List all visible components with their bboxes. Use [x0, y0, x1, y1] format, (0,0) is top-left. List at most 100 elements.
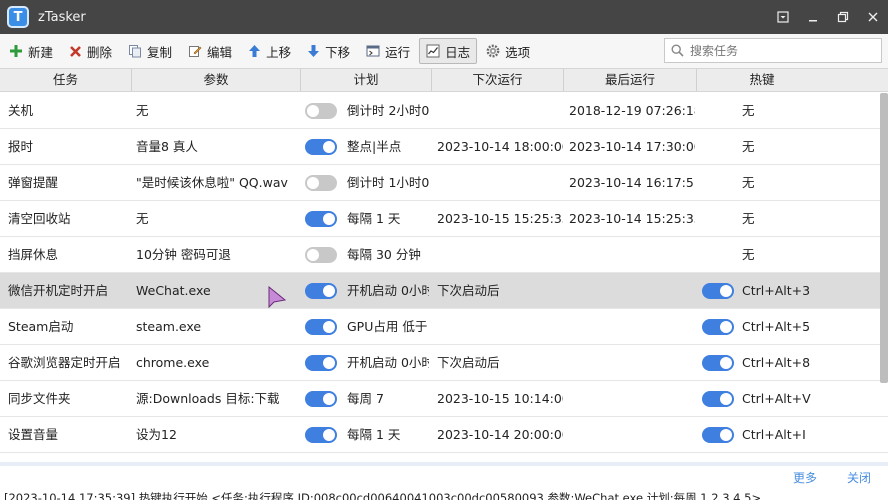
delete-label: 删除: [87, 44, 113, 60]
task-row[interactable]: 挡屏休息 10分钟 密码可退 每隔 30 分钟 无: [0, 237, 888, 273]
plan-toggle[interactable]: [305, 427, 337, 443]
copy-label: 复制: [147, 44, 173, 60]
log-button[interactable]: 日志: [419, 38, 478, 64]
task-row[interactable]: 同步文件夹 源:Downloads 目标:下载 每周 7 2023-10-15 10:…: [0, 381, 888, 417]
run-icon: [366, 45, 380, 57]
delete-button[interactable]: 删除: [62, 38, 119, 64]
task-row[interactable]: 设置音量 设为12 每隔 1 天 2023-10-14 20:00:00 Ctrl+Al…: [0, 417, 888, 453]
copy-icon: [129, 45, 142, 58]
close-link[interactable]: 关闭: [847, 469, 871, 486]
app-title: zTasker: [38, 9, 86, 25]
plan-toggle[interactable]: [305, 247, 337, 263]
move-up-button[interactable]: 上移: [241, 38, 298, 64]
log-line: [2023-10-14 17:35:39] 热键执行开始 <任务:执行程序 ID…: [4, 491, 762, 500]
hotkey-toggle[interactable]: [702, 427, 734, 443]
header-next-run[interactable]: 下次运行: [432, 69, 564, 91]
log-chart-icon: [426, 44, 440, 58]
task-last-run: [569, 309, 695, 344]
plan-toggle[interactable]: [305, 139, 337, 155]
arrow-up-icon: [249, 45, 261, 57]
hotkey-toggle[interactable]: [702, 355, 734, 371]
minimize-icon[interactable]: [798, 0, 828, 34]
task-plan: 每周 7: [347, 391, 384, 406]
move-down-button[interactable]: 下移: [300, 38, 357, 64]
hotkey-toggle[interactable]: [702, 283, 734, 299]
title-bar: T zTasker: [0, 0, 888, 34]
app-logo: T: [7, 6, 29, 28]
move-up-label: 上移: [266, 44, 292, 60]
task-hotkey: 无: [742, 247, 755, 262]
search-box[interactable]: [664, 38, 882, 63]
task-last-run: 2023-10-14 17:30:00: [569, 139, 695, 154]
task-next-run: [437, 237, 563, 272]
task-row[interactable]: 微信开机定时开启 WeChat.exe 开机启动 0小时 下次启动后 Ctrl+Alt+…: [0, 273, 888, 309]
task-row[interactable]: 谷歌浏览器定时开启 chrome.exe 开机启动 0小时 下次启动后 Ctrl+Alt…: [0, 345, 888, 381]
mouse-cursor-icon: [268, 285, 288, 315]
task-name: 挡屏休息: [8, 247, 59, 262]
copy-button[interactable]: 复制: [121, 38, 179, 64]
task-last-run: [569, 273, 695, 308]
task-params: chrome.exe: [136, 355, 210, 370]
header-plan[interactable]: 计划: [301, 69, 432, 91]
restore-icon[interactable]: [828, 0, 858, 34]
log-label: 日志: [445, 44, 471, 60]
plan-toggle[interactable]: [305, 211, 337, 227]
task-plan: 每隔 30 分钟: [347, 247, 421, 262]
plan-toggle[interactable]: [305, 391, 337, 407]
task-row[interactable]: 报时 音量8 真人 整点|半点 2023-10-14 18:00:00 2023-10-…: [0, 129, 888, 165]
task-params: 源:Downloads 目标:下载: [136, 391, 280, 406]
more-link[interactable]: 更多: [793, 469, 817, 486]
task-last-run: 2023-10-14 15:25:33: [569, 211, 695, 226]
task-params: 无: [136, 103, 149, 118]
task-hotkey: Ctrl+Alt+8: [742, 355, 811, 370]
plan-toggle[interactable]: [305, 319, 337, 335]
header-last-run[interactable]: 最后运行: [564, 69, 697, 91]
task-plan: 开机启动 0小时: [347, 283, 429, 298]
header-task[interactable]: 任务: [0, 69, 132, 91]
task-name: Steam启动: [8, 319, 74, 334]
task-plan: 每隔 1 天: [347, 427, 401, 442]
edit-label: 编辑: [207, 44, 233, 60]
task-hotkey: Ctrl+Alt+V: [742, 391, 811, 406]
run-button[interactable]: 运行: [359, 38, 417, 64]
task-row[interactable]: 弹窗提醒 "是时候该休息啦" QQ.wav 倒计时 1小时0 2023-10-14 1…: [0, 165, 888, 201]
task-name: 微信开机定时开启: [8, 283, 109, 298]
task-params: 设为12: [136, 427, 177, 442]
gear-icon: [486, 44, 500, 58]
task-next-run: [437, 165, 563, 200]
task-row[interactable]: Steam启动 steam.exe GPU占用 低于 Ctrl+Alt+5: [0, 309, 888, 345]
plan-toggle[interactable]: [305, 103, 337, 119]
options-label: 选项: [505, 44, 531, 60]
task-next-run: 2023-10-14 20:00:00: [437, 427, 563, 442]
options-button[interactable]: 选项: [479, 38, 537, 64]
task-hotkey: Ctrl+Alt+3: [742, 283, 811, 298]
search-input[interactable]: [690, 43, 870, 58]
header-hotkey[interactable]: 热键: [697, 69, 827, 91]
task-params: "是时候该休息啦" QQ.wav: [136, 175, 288, 190]
edit-icon: [189, 46, 202, 57]
task-row[interactable]: 关机 无 倒计时 2小时0 2018-12-19 07:26:18 无: [0, 93, 888, 129]
new-button[interactable]: 新建: [2, 38, 60, 64]
plan-toggle[interactable]: [305, 355, 337, 371]
header-params[interactable]: 参数: [132, 69, 301, 91]
task-last-run: [569, 345, 695, 380]
app-logo-letter: T: [13, 9, 23, 25]
task-next-run: [437, 93, 563, 128]
menu-icon[interactable]: [768, 0, 798, 34]
new-label: 新建: [28, 44, 54, 60]
hotkey-toggle[interactable]: [702, 319, 734, 335]
task-name: 设置音量: [8, 427, 59, 442]
close-icon[interactable]: [858, 0, 888, 34]
arrow-down-icon: [308, 45, 320, 57]
task-hotkey: Ctrl+Alt+5: [742, 319, 811, 334]
task-params: 10分钟 密码可退: [136, 247, 231, 262]
edit-button[interactable]: 编辑: [181, 38, 239, 64]
task-last-run: [569, 237, 695, 272]
plan-toggle[interactable]: [305, 175, 337, 191]
plan-toggle[interactable]: [305, 283, 337, 299]
task-row[interactable]: 清空回收站 无 每隔 1 天 2023-10-15 15:25:33 2023-10-1…: [0, 201, 888, 237]
task-params: 音量8 真人: [136, 139, 198, 154]
vertical-scrollbar[interactable]: [880, 93, 888, 383]
hotkey-toggle[interactable]: [702, 391, 734, 407]
task-plan: GPU占用 低于: [347, 319, 428, 334]
